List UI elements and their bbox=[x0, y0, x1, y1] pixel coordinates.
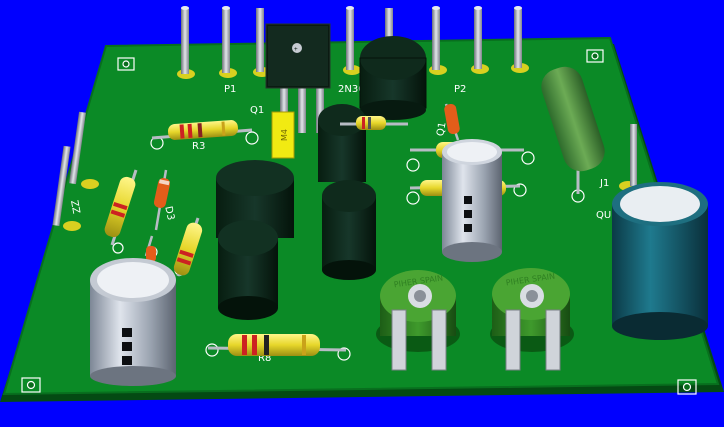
pcb-3d-render: P1 P2 Q1 2N30 Q1 R3 R8 D3 C2 ZZ QU J1 + … bbox=[0, 6, 724, 402]
to92-transistor-top bbox=[359, 36, 427, 120]
label-p1: P1 bbox=[224, 84, 236, 95]
electrolytic-capacitor-right bbox=[612, 182, 708, 340]
label-j: J1 bbox=[599, 178, 609, 189]
label-q1: Q1 bbox=[250, 105, 264, 116]
electrolytic-capacitor-left bbox=[90, 258, 176, 386]
label-r3: R3 bbox=[192, 141, 205, 152]
label-p2: P2 bbox=[454, 84, 466, 95]
chip-marking: M4 bbox=[280, 129, 289, 141]
electrolytic-capacitor-center bbox=[442, 139, 502, 262]
yellow-capacitor: M4 bbox=[271, 111, 295, 159]
svg-text:+: + bbox=[294, 46, 298, 53]
label-qu: QU bbox=[596, 210, 611, 221]
